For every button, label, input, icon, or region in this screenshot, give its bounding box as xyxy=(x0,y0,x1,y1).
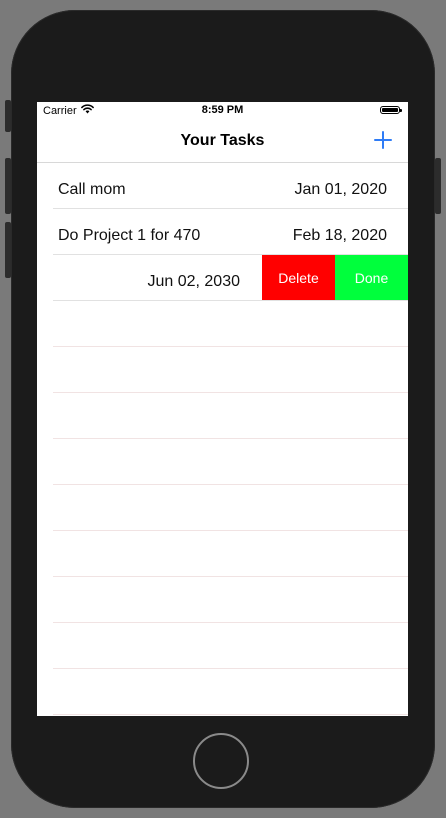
home-button[interactable] xyxy=(193,733,249,789)
app-screen: Carrier 8:59 PM Your Tasks Call mom Jan … xyxy=(37,102,408,716)
task-date: Jun 02, 2030 xyxy=(147,273,240,290)
empty-row xyxy=(37,301,408,347)
task-name: Call mom xyxy=(58,181,126,198)
empty-row xyxy=(37,577,408,623)
volume-up-button xyxy=(5,158,11,214)
volume-down-button xyxy=(5,222,11,278)
status-time: 8:59 PM xyxy=(201,104,244,116)
task-list: Call mom Jan 01, 2020 Do Project 1 for 4… xyxy=(37,163,408,715)
table-row[interactable]: Do Project 1 for 470 Feb 18, 2020 xyxy=(37,209,408,255)
task-name: Do Project 1 for 470 xyxy=(58,227,201,244)
battery-fill xyxy=(382,108,398,112)
status-bar: Carrier 8:59 PM xyxy=(37,102,408,120)
navigation-bar: Your Tasks xyxy=(37,120,408,163)
empty-row xyxy=(37,439,408,485)
plus-icon xyxy=(374,131,392,149)
table-row[interactable]: Call mom Jan 01, 2020 xyxy=(37,163,408,209)
add-task-button[interactable] xyxy=(372,129,394,151)
table-row-swiped[interactable]: Jun 02, 2030 Delete Done xyxy=(37,255,408,301)
done-button[interactable]: Done xyxy=(335,255,408,300)
battery-icon xyxy=(380,106,402,114)
swipe-actions: Delete Done xyxy=(262,255,408,300)
page-title: Your Tasks xyxy=(180,132,265,149)
empty-row xyxy=(37,393,408,439)
task-date: Jan 01, 2020 xyxy=(294,181,387,198)
empty-row xyxy=(37,485,408,531)
task-date: Feb 18, 2020 xyxy=(292,227,387,244)
empty-row xyxy=(37,623,408,669)
power-button xyxy=(435,158,441,214)
delete-button[interactable]: Delete xyxy=(262,255,335,300)
empty-row xyxy=(37,531,408,577)
mute-switch xyxy=(5,100,11,132)
empty-row xyxy=(37,669,408,715)
empty-row xyxy=(37,347,408,393)
row-separator xyxy=(53,714,408,715)
